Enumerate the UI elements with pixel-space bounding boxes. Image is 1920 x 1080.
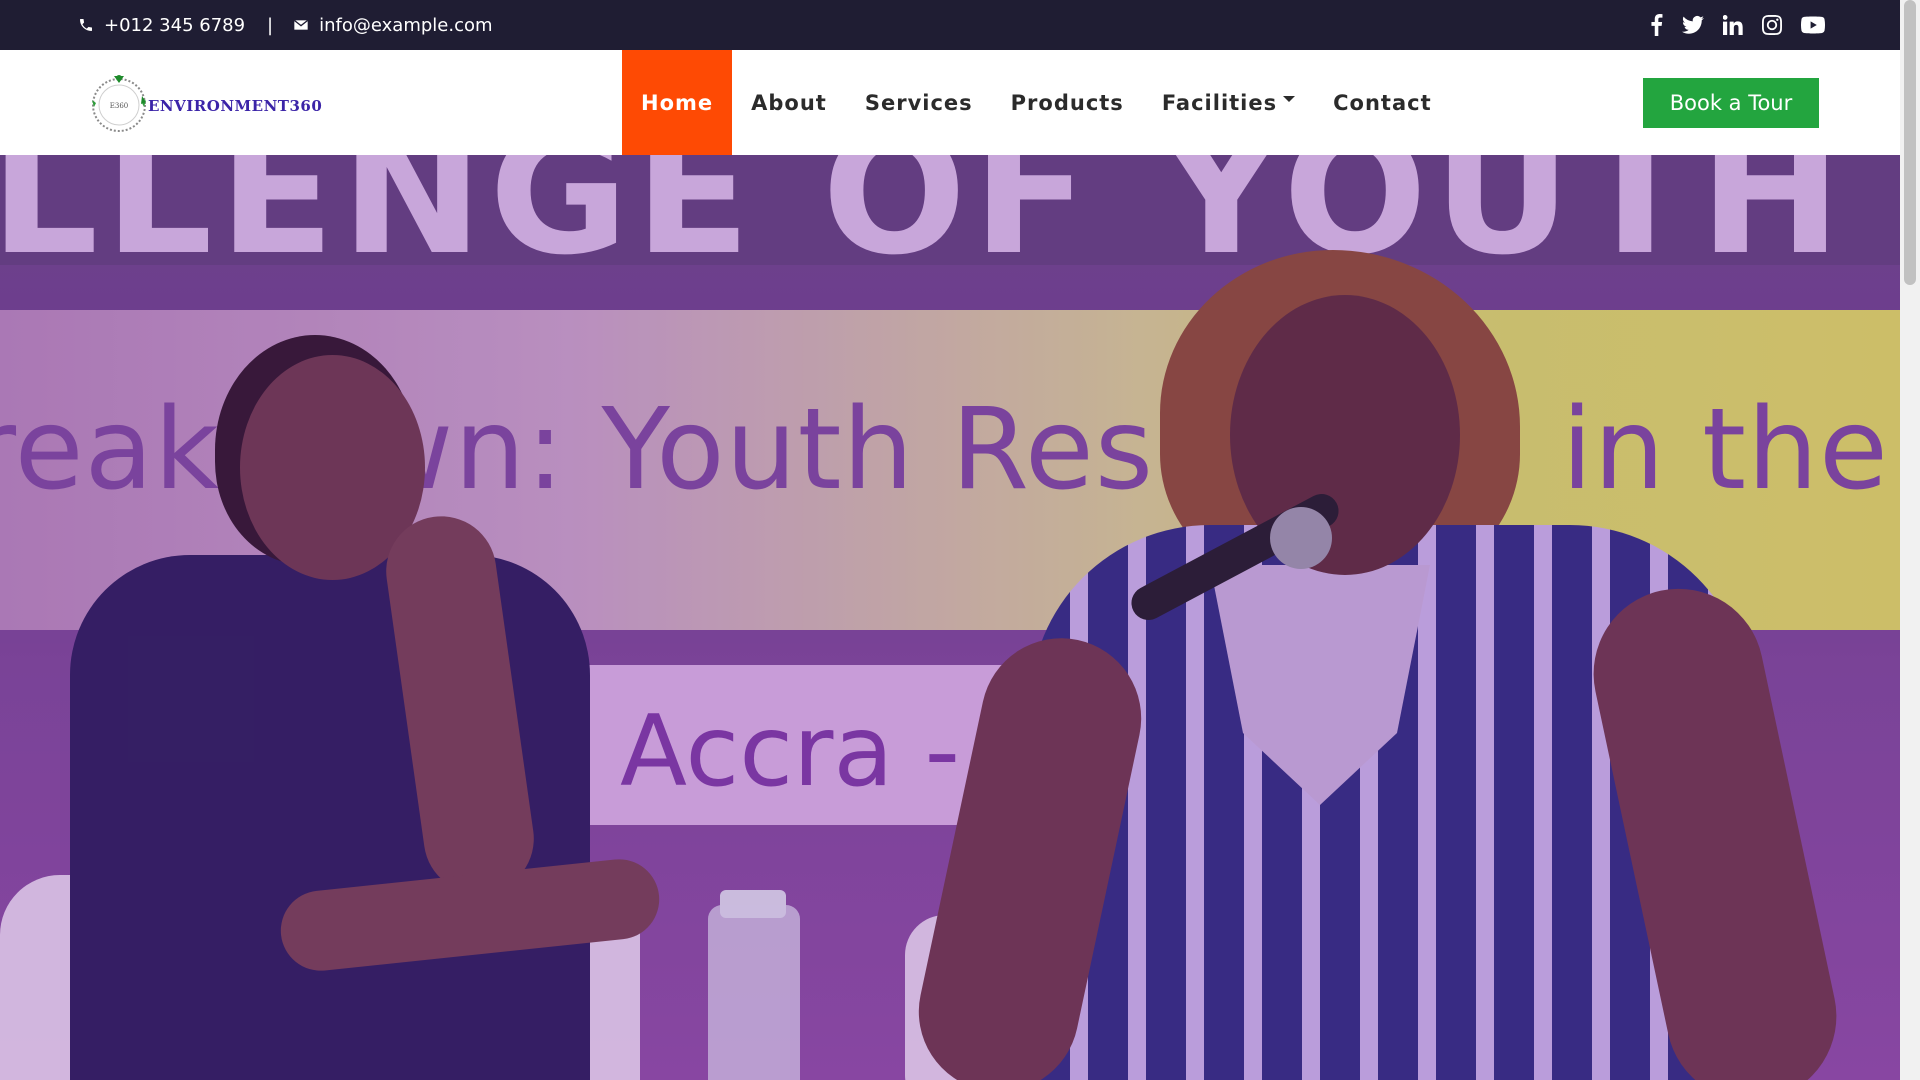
logo-emblem-text: E360 [110, 102, 128, 110]
page-scrollbar[interactable] [1900, 0, 1920, 1080]
nav-products[interactable]: Products [992, 50, 1143, 155]
nav-services[interactable]: Services [846, 50, 992, 155]
hero-purple-overlay [0, 155, 1900, 1080]
site-logo[interactable]: E360 ENVIRONMENT360 [86, 68, 326, 138]
hero-image: LLENGE OF YOUTH ON reakdown: Youth Resil… [0, 155, 1900, 1080]
nav-home[interactable]: Home [622, 50, 733, 155]
logo-wordmark: ENVIRONMENT360 [148, 97, 323, 115]
contact-info: +012 345 6789 | info@example.com [78, 0, 493, 50]
nav-contact[interactable]: Contact [1314, 50, 1451, 155]
envelope-icon [294, 19, 309, 30]
main-navbar: E360 ENVIRONMENT360 Home About Services … [0, 50, 1900, 155]
email-address: info@example.com [319, 14, 493, 36]
caret-down-icon [1283, 95, 1296, 102]
instagram-icon[interactable] [1762, 13, 1782, 37]
nav-home-label: Home [641, 90, 714, 115]
logo-emblem-icon: E360 [92, 75, 146, 132]
social-links [1650, 0, 1825, 50]
linkedin-icon[interactable] [1723, 13, 1743, 37]
nav-menu: Home About Services Products Facilities … [622, 50, 1451, 155]
phone-contact[interactable]: +012 345 6789 [78, 15, 245, 36]
facebook-icon[interactable] [1650, 13, 1663, 37]
scrollbar-thumb[interactable] [1904, 0, 1916, 285]
nav-services-label: Services [864, 90, 973, 115]
email-contact[interactable]: info@example.com [293, 14, 493, 36]
nav-products-label: Products [1010, 90, 1124, 115]
nav-facilities-label: Facilities [1161, 90, 1278, 115]
nav-about-label: About [751, 90, 827, 115]
contact-separator: | [267, 14, 274, 36]
nav-about[interactable]: About [732, 50, 846, 155]
twitter-icon[interactable] [1682, 13, 1704, 37]
phone-number: +012 345 6789 [104, 14, 246, 36]
nav-contact-label: Contact [1333, 90, 1432, 115]
top-bar: +012 345 6789 | info@example.com [0, 0, 1900, 50]
nav-facilities-dropdown[interactable]: Facilities [1143, 50, 1314, 155]
phone-icon [80, 19, 92, 31]
youtube-icon[interactable] [1801, 13, 1825, 37]
book-a-tour-button[interactable]: Book a Tour [1643, 78, 1819, 128]
